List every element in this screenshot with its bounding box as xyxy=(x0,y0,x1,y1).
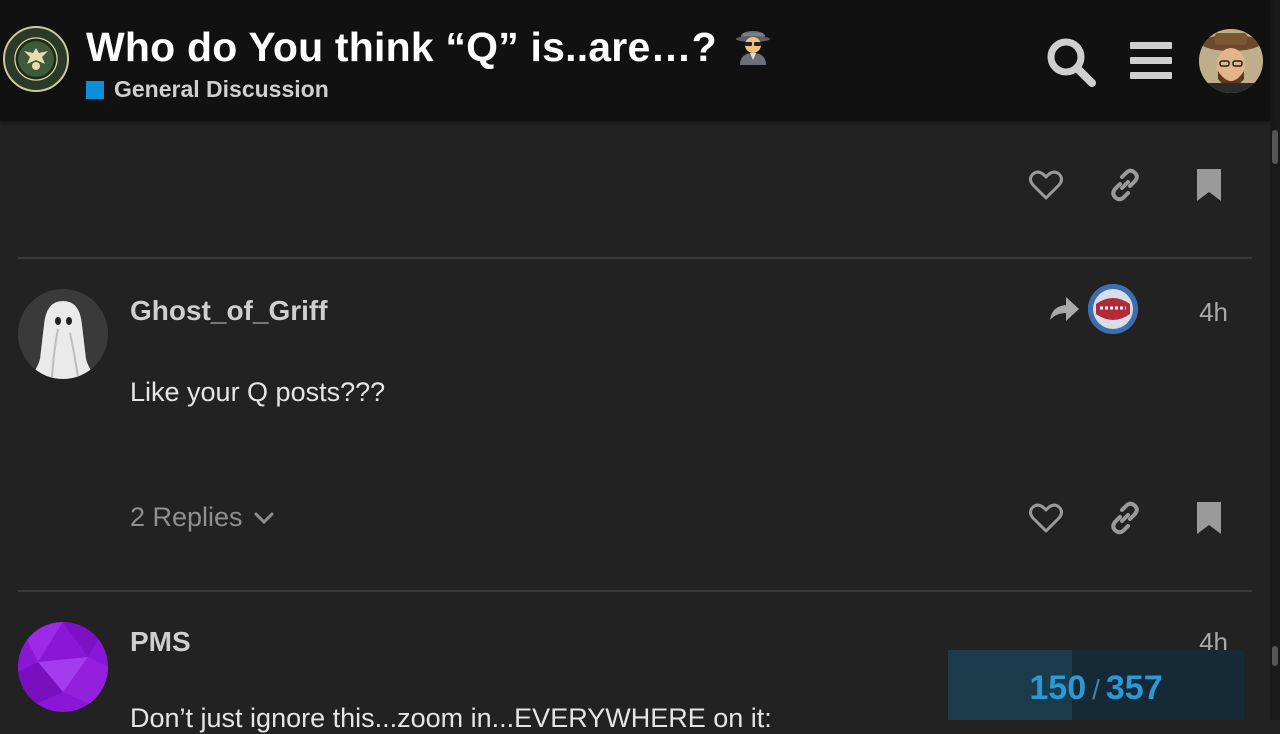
copy-link-icon[interactable] xyxy=(1107,500,1143,536)
copy-link-icon[interactable] xyxy=(1107,167,1143,203)
like-heart-icon[interactable] xyxy=(1028,167,1064,203)
detective-emoji-icon xyxy=(736,31,771,66)
post-body: Don’t just ignore this...zoom in...EVERY… xyxy=(130,703,772,733)
site-logo[interactable] xyxy=(3,26,69,92)
eagle-icon xyxy=(24,48,48,70)
category-name: General Discussion xyxy=(114,76,329,102)
reply-arrow-icon xyxy=(1050,297,1079,321)
category-badge[interactable]: General Discussion xyxy=(86,76,329,103)
avatar[interactable] xyxy=(18,289,108,379)
progress-separator: / xyxy=(1092,674,1100,705)
scrollbar-thumb[interactable] xyxy=(1272,130,1278,164)
post-username[interactable]: Ghost_of_Griff xyxy=(130,295,328,327)
category-color-swatch xyxy=(86,80,104,99)
bookmark-icon[interactable] xyxy=(1191,167,1227,203)
replies-toggle[interactable]: 2 Replies xyxy=(130,502,275,533)
scrollbar-thumb-lower[interactable] xyxy=(1272,646,1278,666)
pms-avatar-image xyxy=(18,622,108,712)
replied-user-avatar xyxy=(1088,284,1138,334)
topic-progress[interactable]: 150/357 xyxy=(948,650,1244,720)
progress-current: 150 xyxy=(1029,669,1087,707)
post-divider xyxy=(18,257,1252,259)
progress-total: 357 xyxy=(1105,669,1163,707)
chevron-down-icon xyxy=(254,512,274,524)
avatar[interactable] xyxy=(18,622,108,712)
user-avatar-image xyxy=(1199,29,1263,93)
topic-title[interactable]: Who do You think “Q” is..are…? xyxy=(86,24,772,71)
search-icon[interactable] xyxy=(1045,36,1097,88)
post-username[interactable]: PMS xyxy=(130,626,191,658)
ghost-avatar-image xyxy=(18,289,108,379)
post-body: Like your Q posts??? xyxy=(130,377,386,407)
post-divider xyxy=(18,590,1252,592)
reply-to-indicator[interactable] xyxy=(1048,284,1140,334)
replied-avatar-image xyxy=(1088,284,1138,334)
replies-count: 2 Replies xyxy=(130,502,243,532)
post-timestamp[interactable]: 4h xyxy=(1199,297,1228,328)
topic-title-text: Who do You think “Q” is..are…? xyxy=(86,24,717,70)
like-heart-icon[interactable] xyxy=(1028,500,1064,536)
hamburger-menu-icon[interactable] xyxy=(1128,40,1174,82)
bookmark-icon[interactable] xyxy=(1191,500,1227,536)
site-header: Who do You think “Q” is..are…? General D… xyxy=(0,0,1270,121)
current-user-avatar[interactable] xyxy=(1199,29,1263,93)
progress-label: 150/357 xyxy=(948,669,1244,708)
scrollbar[interactable] xyxy=(1270,0,1280,720)
